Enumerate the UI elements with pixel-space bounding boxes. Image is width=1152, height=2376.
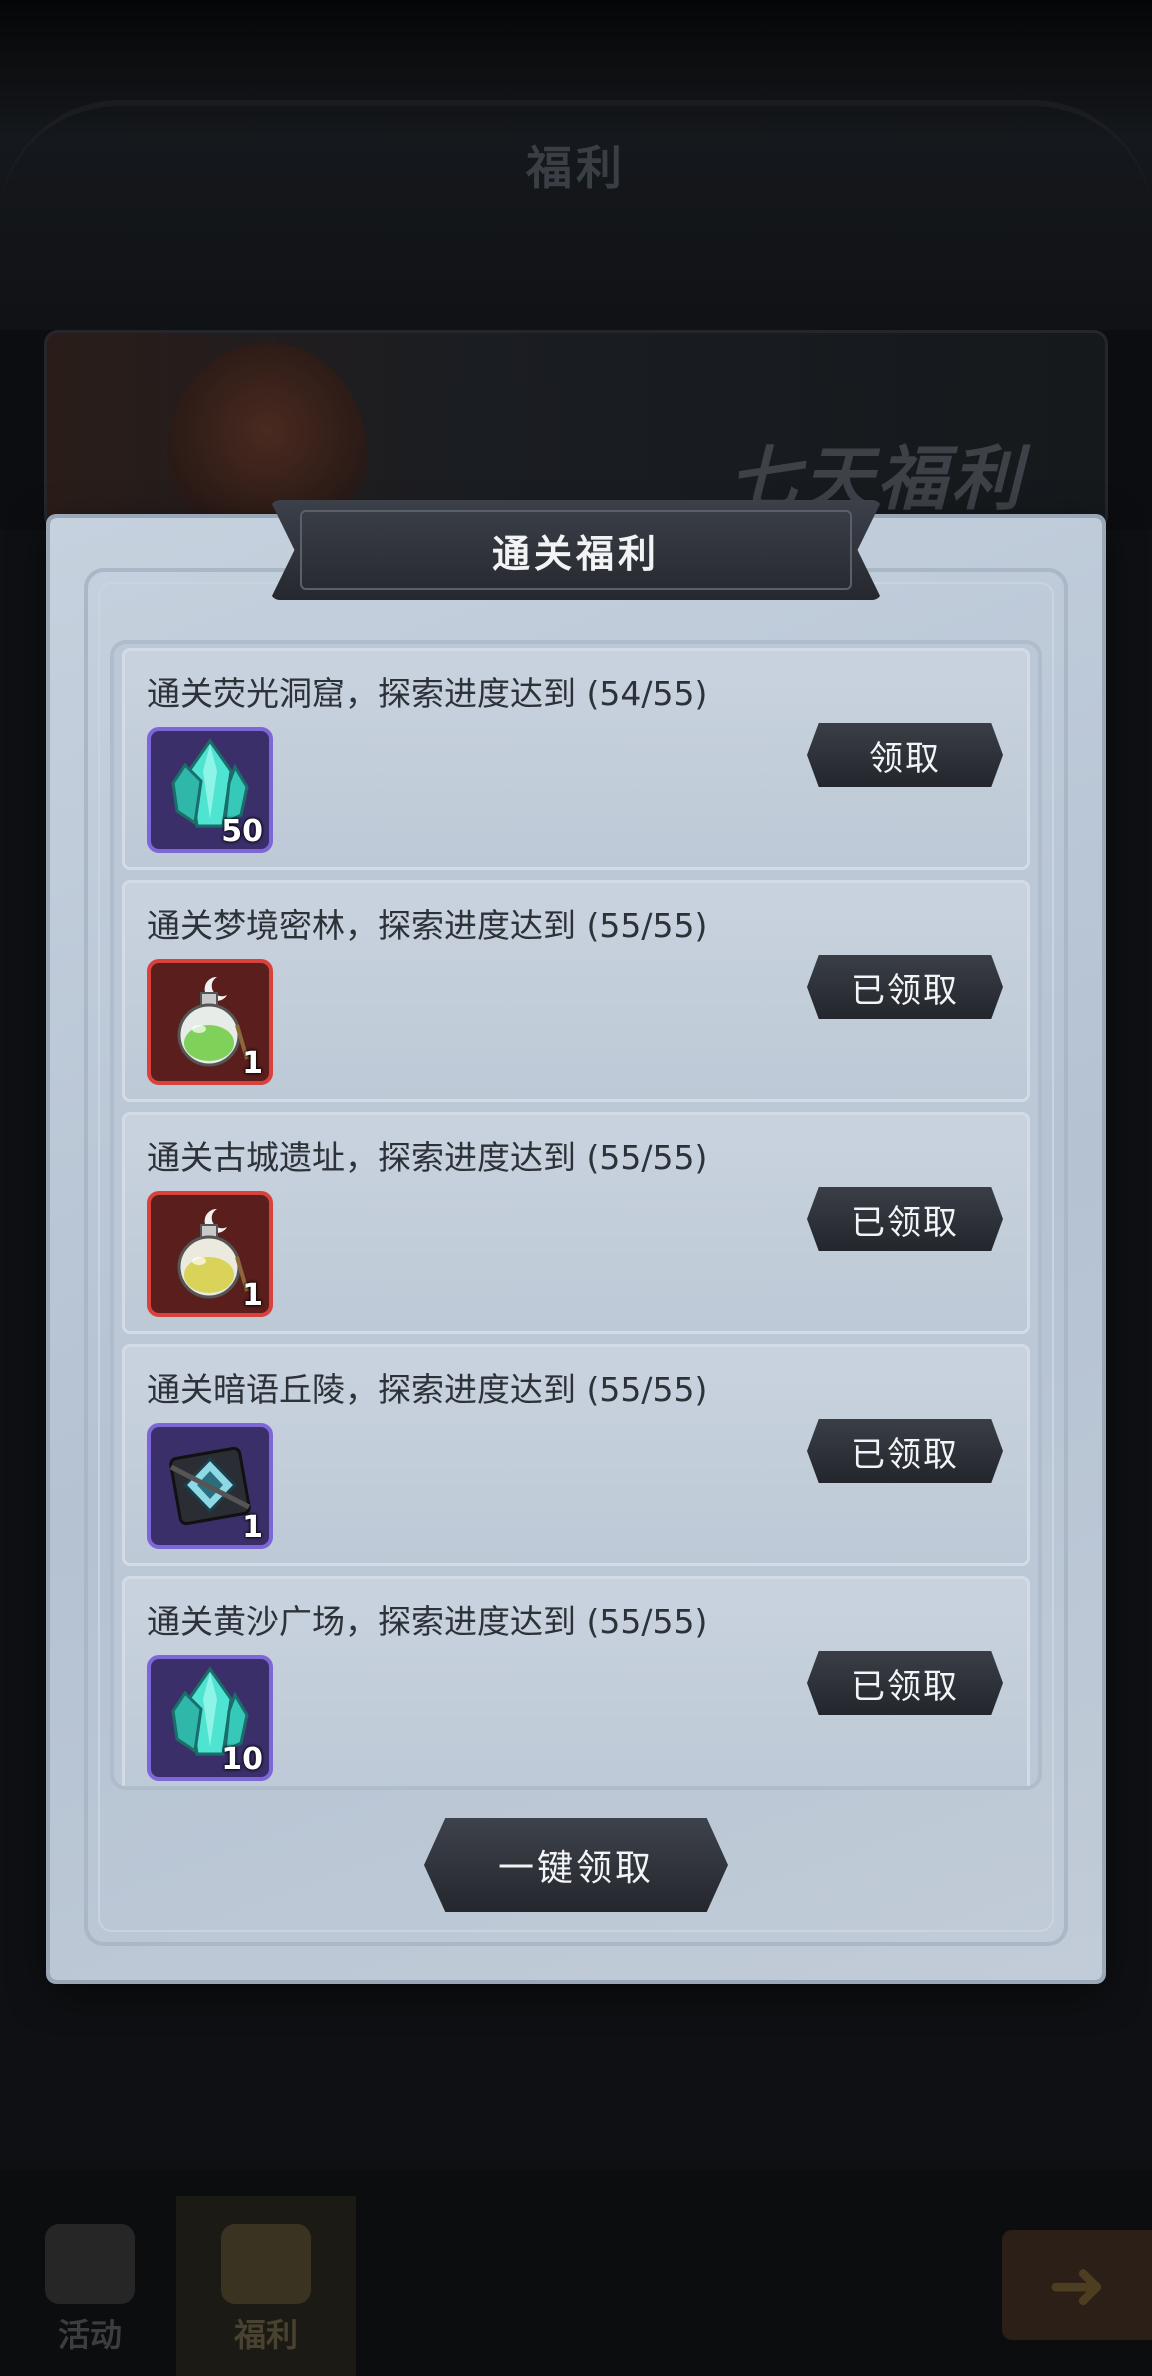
tab-welfare[interactable]: 福利	[176, 2196, 356, 2376]
task-title: 通关暗语丘陵，探索进度达到 (55/55)	[147, 1370, 708, 1409]
one-key-claim-label: 一键领取	[497, 1848, 654, 1889]
next-arrow-button[interactable]: ➜	[1002, 2230, 1152, 2340]
reward-quantity: 10	[221, 1742, 263, 1777]
one-key-claim-button[interactable]: 一键领取	[424, 1818, 728, 1912]
tab-welfare-label: 福利	[233, 2316, 298, 2354]
reward-quantity: 1	[242, 1278, 263, 1313]
reward-item-slot[interactable]: 10	[147, 1655, 273, 1781]
claimed-button[interactable]: 已领取	[807, 1419, 1003, 1483]
popup-title-ribbon: 通关福利	[270, 500, 882, 600]
claim-button-label: 已领取	[851, 970, 959, 1011]
claimed-button[interactable]: 已领取	[807, 1187, 1003, 1251]
claim-button-label: 已领取	[851, 1666, 959, 1707]
claim-button-label: 已领取	[851, 1434, 959, 1475]
claim-button-label: 领取	[869, 738, 941, 779]
task-card: 通关梦境密林，探索进度达到 (55/55) 1 已领取	[122, 880, 1030, 1102]
reward-item-slot[interactable]: 1	[147, 959, 273, 1085]
reward-item-slot[interactable]: 1	[147, 1423, 273, 1549]
tab-activity-label: 活动	[57, 2316, 122, 2354]
reward-quantity: 1	[242, 1046, 263, 1081]
activity-tab-icon	[45, 2224, 135, 2304]
arrow-right-icon: ➜	[1047, 2244, 1107, 2326]
claimed-button[interactable]: 已领取	[807, 955, 1003, 1019]
reward-item-slot[interactable]: 50	[147, 727, 273, 853]
popup-title: 通关福利	[491, 531, 660, 576]
task-title: 通关古城遗址，探索进度达到 (55/55)	[147, 1138, 708, 1177]
claim-button[interactable]: 领取	[807, 723, 1003, 787]
task-title: 通关梦境密林，探索进度达到 (55/55)	[147, 906, 708, 945]
task-card: 通关暗语丘陵，探索进度达到 (55/55) 1 已领取	[122, 1344, 1030, 1566]
reward-quantity: 1	[242, 1510, 263, 1545]
tab-activity[interactable]: 活动	[0, 2196, 180, 2376]
task-title: 通关黄沙广场，探索进度达到 (55/55)	[147, 1602, 708, 1641]
claimed-button[interactable]: 已领取	[807, 1651, 1003, 1715]
task-card: 通关黄沙广场，探索进度达到 (55/55) 10 已领取	[122, 1576, 1030, 1786]
gift-box-icon	[221, 2224, 311, 2304]
reward-item-slot[interactable]: 1	[147, 1191, 273, 1317]
task-title: 通关荧光洞窟，探索进度达到 (54/55)	[147, 674, 708, 713]
task-card: 通关古城遗址，探索进度达到 (55/55) 1 已领取	[122, 1112, 1030, 1334]
claim-button-label: 已领取	[851, 1202, 959, 1243]
background-page-title: 福利	[526, 141, 626, 195]
task-list[interactable]: 通关荧光洞窟，探索进度达到 (54/55) 50 领取 通关梦境密林，探索进度达…	[110, 640, 1042, 1790]
task-card: 通关荧光洞窟，探索进度达到 (54/55) 50 领取	[122, 648, 1030, 870]
bottom-tab-bar: 活动 福利	[0, 2170, 1152, 2376]
reward-quantity: 50	[221, 814, 263, 849]
